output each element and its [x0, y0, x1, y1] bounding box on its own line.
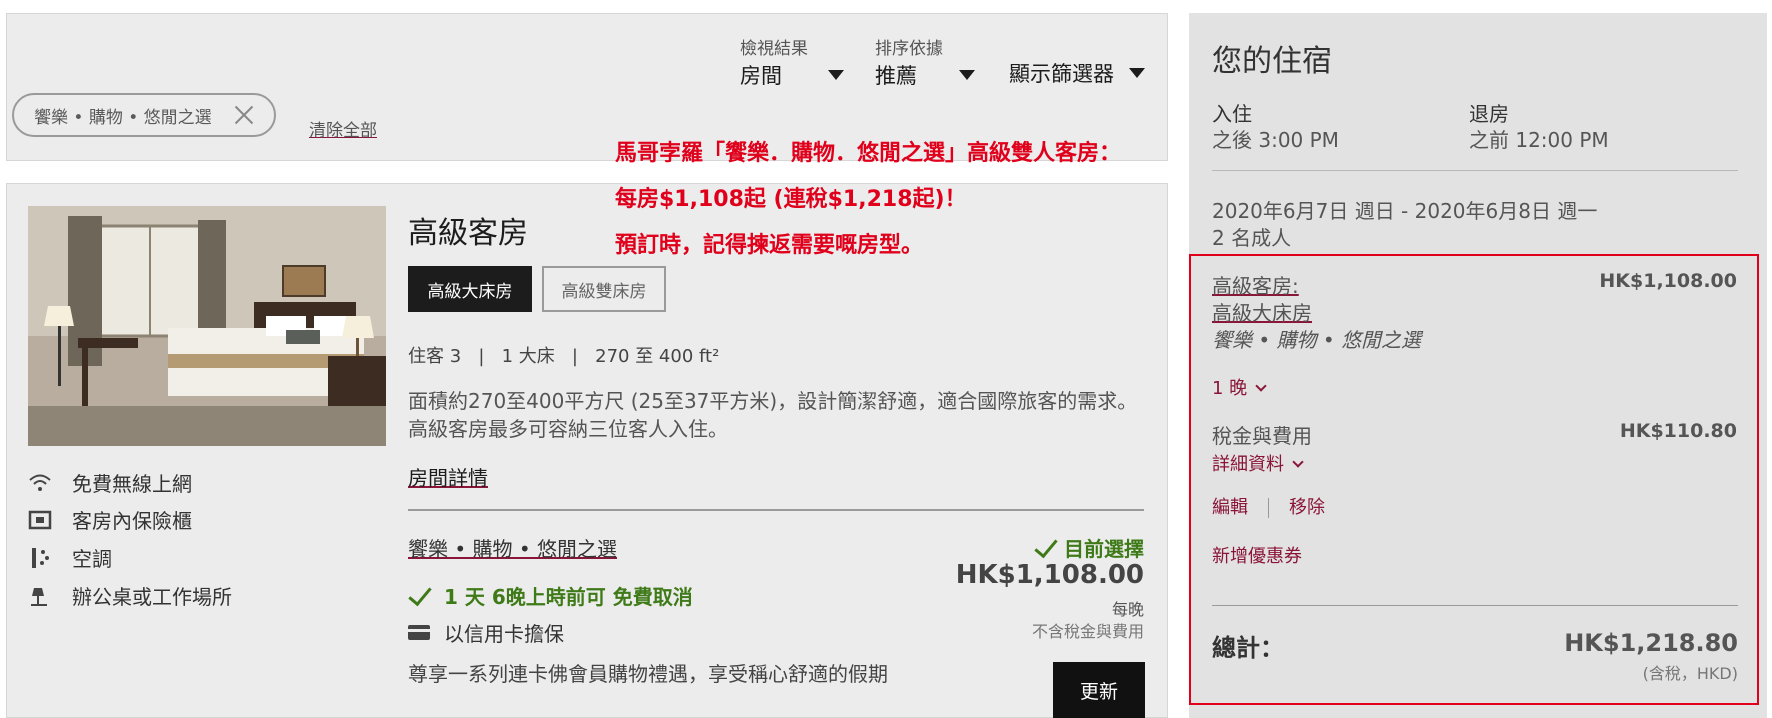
- view-results-dropdown[interactable]: 檢視結果 房間: [740, 34, 844, 90]
- total-label: 總計：: [1212, 634, 1284, 662]
- separator: [1268, 498, 1269, 518]
- total-value: HK$1,218.80: [1564, 629, 1738, 657]
- chevron-down-icon: [1292, 456, 1304, 468]
- room-photo[interactable]: [28, 206, 386, 446]
- summary-rate-name: 饗樂 • 購物 • 悠閒之選: [1212, 328, 1422, 352]
- summary-room-type[interactable]: 高級客房:: [1212, 270, 1299, 299]
- safe-icon: [28, 508, 52, 532]
- chevron-down-icon: [959, 70, 975, 80]
- view-results-label: 檢視結果: [740, 39, 808, 59]
- checkout-label: 退房: [1469, 102, 1509, 126]
- promo-line-2: 每房$1,108起 (連稅$1,218起)！: [615, 187, 967, 212]
- checkmark-icon: [408, 581, 432, 606]
- amenity-safe: 客房內保險櫃: [28, 505, 192, 534]
- edit-link[interactable]: 編輯: [1212, 497, 1248, 518]
- summary-divider: [1212, 170, 1738, 171]
- room-details-link[interactable]: 房間詳情: [408, 462, 488, 491]
- bed-option-twin[interactable]: 高級雙床房: [542, 266, 666, 312]
- amenity-wifi: 免費無線上網: [28, 468, 192, 497]
- taxes-value: HK$110.80: [1619, 420, 1737, 442]
- current-selection-badge: 目前選擇: [1034, 533, 1144, 562]
- amenity-label: 辦公桌或工作場所: [72, 585, 232, 609]
- excl-tax-label: 不含稅金與費用: [1031, 622, 1144, 641]
- close-icon[interactable]: [234, 105, 254, 125]
- total-divider: [1212, 605, 1738, 606]
- total-note: (含稅，HKD): [1642, 664, 1738, 683]
- nights-label: 1 晚: [1212, 378, 1248, 399]
- chevron-down-icon: [828, 70, 844, 80]
- checkin-label: 入住: [1212, 102, 1252, 126]
- guest-count: 2 名成人: [1212, 226, 1292, 250]
- promo-line-1: 馬哥孛羅「饗樂．購物．悠閒之選」高級雙人客房：: [615, 141, 1122, 166]
- rate-benefit: 尊享一系列連卡佛會員購物禮遇，享受稱心舒適的假期: [408, 662, 888, 686]
- sort-dropdown[interactable]: 排序依據 推薦: [875, 34, 975, 90]
- tax-details-toggle[interactable]: 詳細資料: [1212, 450, 1304, 476]
- show-filters-label: 顯示篩選器: [1009, 62, 1114, 86]
- checkin-value: 之後 3:00 PM: [1212, 128, 1339, 152]
- desk-lamp-icon: [28, 584, 52, 608]
- update-button[interactable]: 更新: [1053, 662, 1145, 718]
- chevron-down-icon: [1255, 380, 1267, 392]
- bed-option-king[interactable]: 高級大床房: [408, 266, 532, 312]
- summary-room-price: HK$1,108.00: [1599, 270, 1737, 292]
- wifi-icon: [28, 471, 52, 495]
- credit-card-icon: [408, 625, 430, 640]
- remove-link[interactable]: 移除: [1289, 497, 1325, 518]
- show-filters-button[interactable]: 顯示篩選器: [1009, 58, 1145, 88]
- amenity-air-conditioning: 空調: [28, 543, 112, 572]
- selected-label: 目前選擇: [1064, 537, 1144, 561]
- chevron-down-icon: [1129, 68, 1145, 78]
- stay-dates: 2020年6月7日 週日 - 2020年6月8日 週一: [1212, 199, 1598, 223]
- clear-all-link[interactable]: 清除全部: [309, 116, 377, 141]
- room-specs: 住客 3 | 1 大床 | 270 至 400 ft²: [408, 346, 720, 367]
- guarantee-text: 以信用卡擔保: [444, 622, 564, 646]
- active-filter-chip: 饗樂 • 購物 • 悠閒之選: [12, 93, 276, 137]
- credit-card-guarantee: 以信用卡擔保: [408, 618, 564, 647]
- promo-line-3: 預訂時，記得揀返需要嘅房型。: [615, 233, 924, 258]
- air-conditioning-icon: [28, 546, 52, 570]
- rate-price: HK$1,108.00: [955, 560, 1144, 590]
- per-night-label: 每晚: [1111, 600, 1144, 619]
- edit-remove-actions: 編輯 移除: [1212, 493, 1325, 519]
- rate-name-link[interactable]: 饗樂 • 購物 • 悠閒之選: [408, 533, 617, 562]
- room-description: 面積約270至400平方尺 (25至37平方米)，設計簡潔舒適，適合國際旅客的需…: [408, 389, 1138, 441]
- free-cancellation: 1 天 6晚上時前可 免費取消: [408, 581, 693, 610]
- amenity-label: 空調: [72, 547, 112, 571]
- amenity-label: 客房內保險櫃: [72, 509, 192, 533]
- nights-toggle[interactable]: 1 晚: [1212, 374, 1267, 400]
- chip-label: 饗樂 • 購物 • 悠閒之選: [34, 107, 212, 128]
- checkout-value: 之前 12:00 PM: [1469, 128, 1609, 152]
- summary-bed-type[interactable]: 高級大床房: [1212, 297, 1312, 326]
- room-title: 高級客房: [408, 216, 528, 251]
- view-results-value: 房間: [740, 64, 782, 88]
- summary-title: 您的住宿: [1212, 44, 1332, 79]
- amenity-label: 免費無線上網: [72, 472, 192, 496]
- tax-details-label: 詳細資料: [1212, 454, 1284, 475]
- taxes-label: 稅金與費用: [1212, 424, 1312, 448]
- divider: [408, 509, 1144, 511]
- add-promo-link[interactable]: 新增優惠券: [1212, 542, 1302, 568]
- sort-value: 推薦: [875, 64, 917, 88]
- amenity-desk: 辦公桌或工作場所: [28, 581, 232, 610]
- sort-label: 排序依據: [875, 39, 943, 59]
- cancellation-text: 1 天 6晚上時前可 免費取消: [444, 585, 693, 609]
